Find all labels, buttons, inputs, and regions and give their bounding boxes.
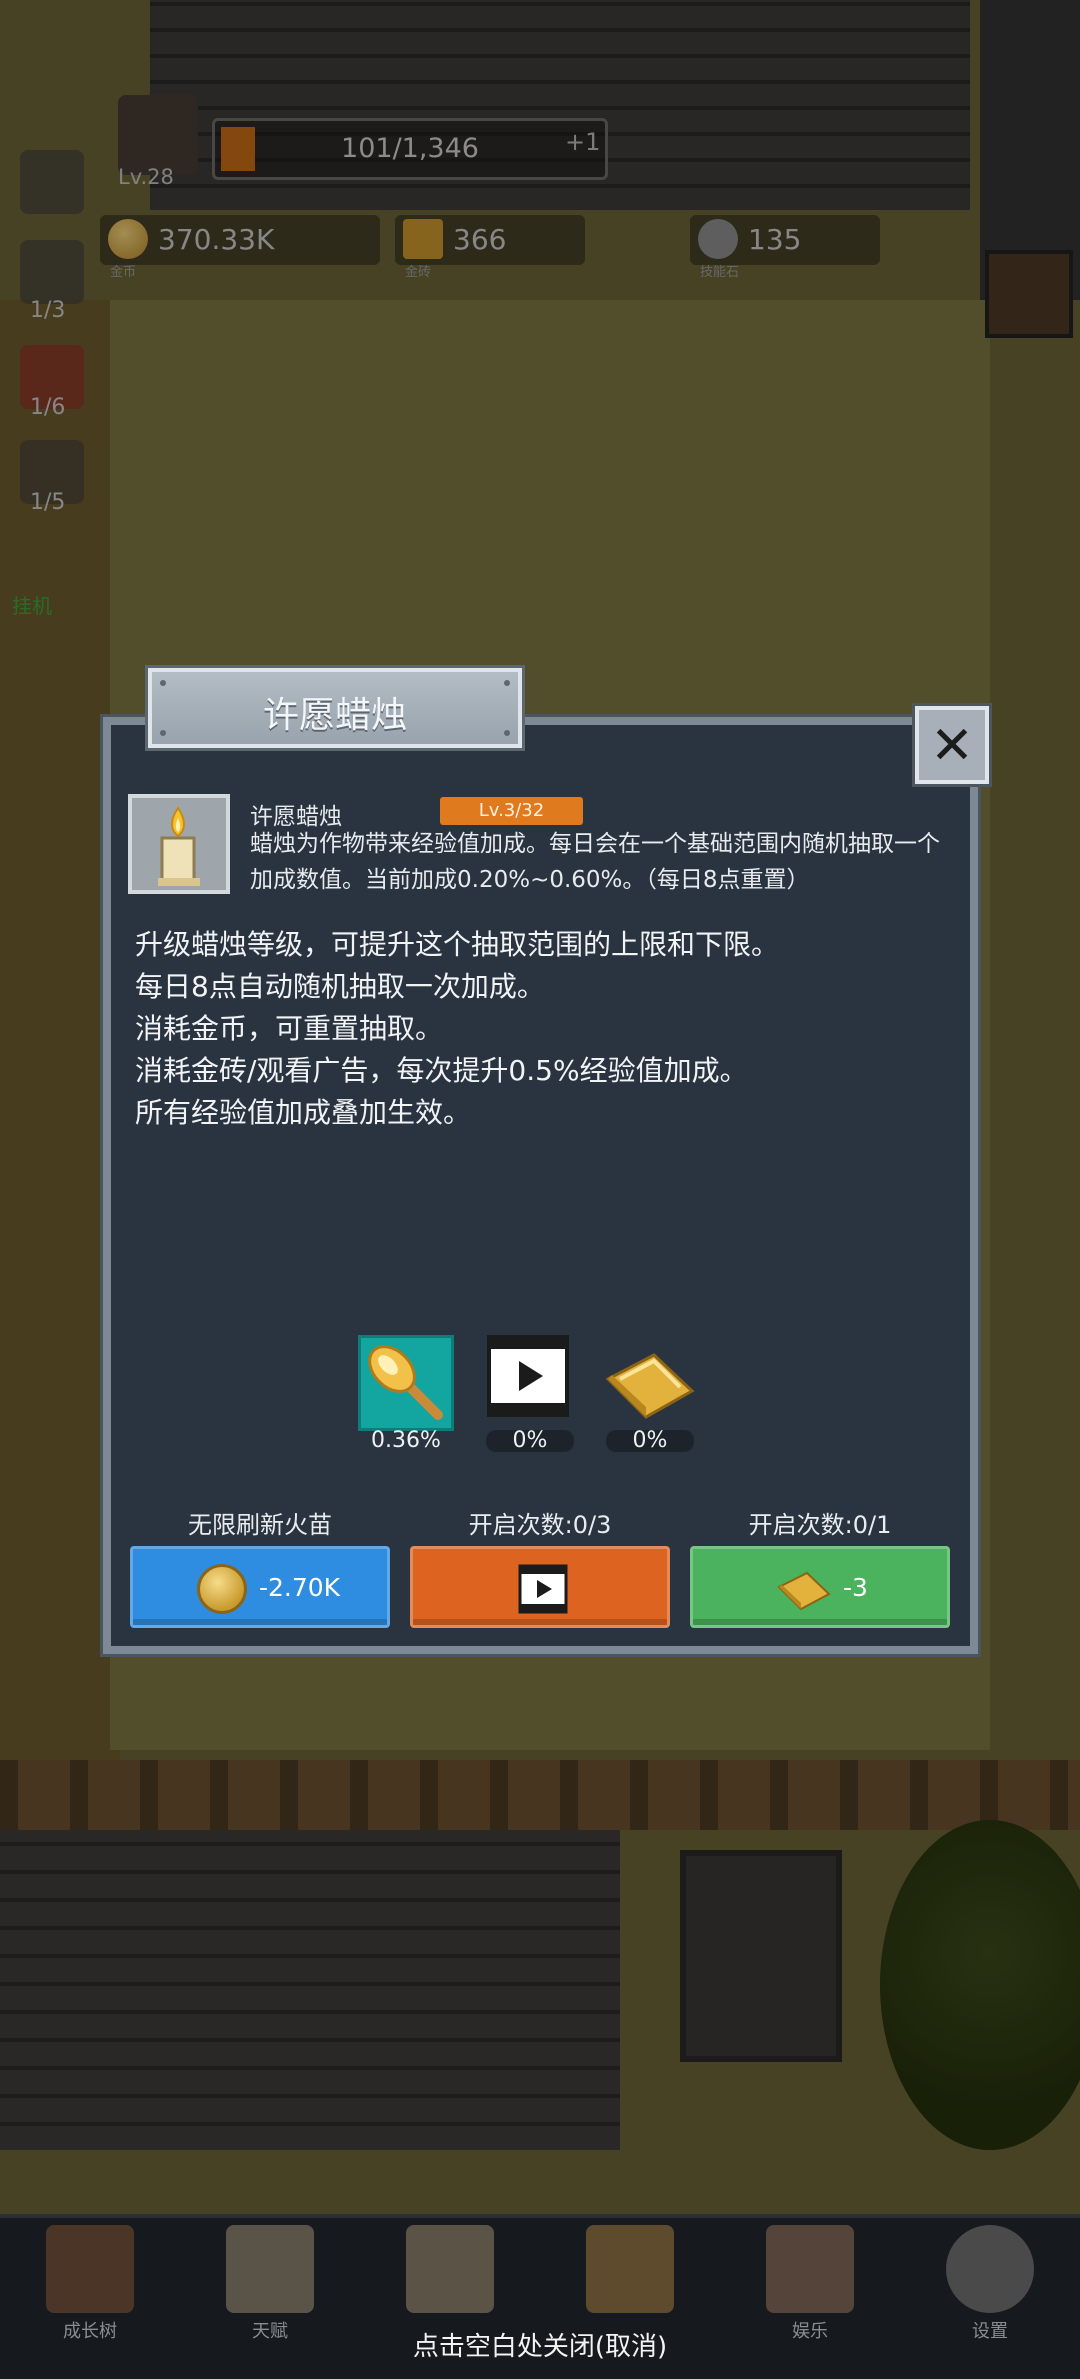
rule-line: 消耗金砖/观看广告，每次提升0.5%经验值加成。	[135, 1054, 748, 1087]
map-icon	[406, 2225, 494, 2313]
book-icon	[46, 2225, 134, 2313]
close-icon: ✕	[930, 716, 974, 776]
torch-bonus-value: 0.36%	[371, 1428, 441, 1453]
watch-ad-button[interactable]	[410, 1546, 670, 1628]
gold-brick-icon	[600, 1335, 696, 1431]
rivet	[504, 680, 510, 686]
gear-icon	[946, 2225, 1034, 2313]
level-badge: Lv.3/32	[440, 797, 583, 825]
rule-line: 所有经验值加成叠加生效。	[135, 1096, 472, 1129]
tap-to-close-hint[interactable]: 点击空白处关闭(取消)	[0, 2326, 1080, 2363]
rivet	[504, 730, 510, 736]
brick-cost-text: -3	[843, 1573, 868, 1602]
brick-bonus-value: 0%	[606, 1430, 694, 1452]
gold-brick-icon	[775, 1561, 831, 1621]
refresh-flame-label: 无限刷新火苗	[188, 1511, 332, 1539]
video-play-icon	[487, 1335, 583, 1431]
candle-item-icon	[128, 794, 230, 894]
rivet	[160, 680, 166, 686]
flag-icon	[766, 2225, 854, 2313]
rule-line: 每日8点自动随机抽取一次加成。	[135, 970, 545, 1003]
brick-open-count-label: 开启次数:0/1	[748, 1511, 892, 1539]
dialog-title-plate: 许愿蜡烛	[148, 668, 522, 748]
close-button[interactable]: ✕	[915, 706, 989, 784]
gold-coin-icon	[197, 1564, 247, 1614]
refresh-with-gold-button[interactable]: -2.70K	[130, 1546, 390, 1628]
torch-icon	[358, 1335, 454, 1431]
key-icon	[586, 2225, 674, 2313]
gold-cost-text: -2.70K	[259, 1573, 341, 1602]
ad-open-count-label: 开启次数:0/3	[468, 1511, 612, 1539]
item-description: 蜡烛为作物带来经验值加成。每日会在一个基础范围内随机抽取一个加成数值。当前加成0…	[250, 831, 940, 893]
scroll-icon	[226, 2225, 314, 2313]
rule-line: 升级蜡烛等级，可提升这个抽取范围的上限和下限。	[135, 928, 780, 961]
video-play-icon	[518, 1564, 568, 1618]
rules-list: 升级蜡烛等级，可提升这个抽取范围的上限和下限。 每日8点自动随机抽取一次加成。 …	[135, 924, 955, 1134]
rule-line: 消耗金币，可重置抽取。	[135, 1012, 444, 1045]
use-gold-brick-button[interactable]: -3	[690, 1546, 950, 1628]
video-bonus-value: 0%	[486, 1430, 574, 1452]
rivet	[160, 730, 166, 736]
nav-map[interactable]	[390, 2225, 510, 2317]
nav-key[interactable]	[570, 2225, 690, 2317]
dialog-title: 许愿蜡烛	[262, 695, 407, 736]
